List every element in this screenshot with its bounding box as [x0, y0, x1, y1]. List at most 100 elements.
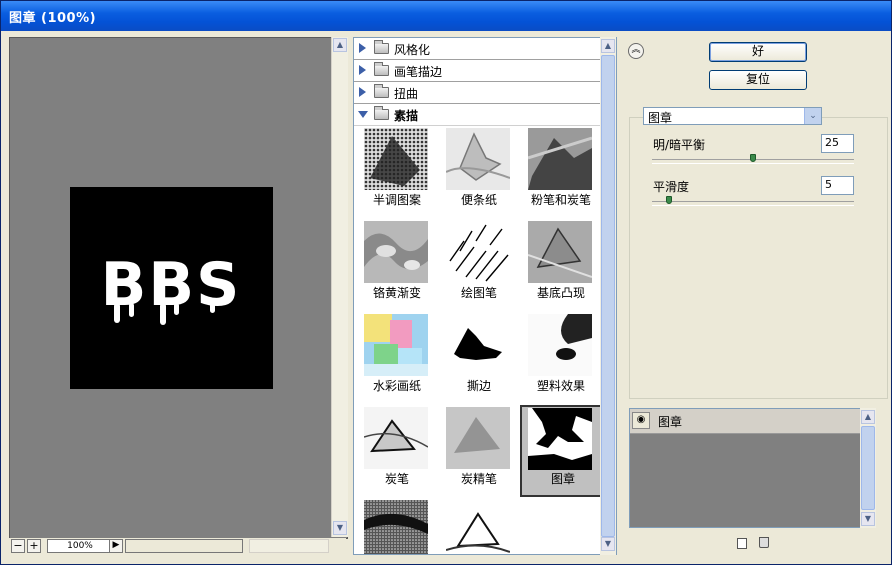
category-distort[interactable]: 扭曲 [354, 82, 602, 104]
thumbnail [528, 221, 592, 283]
gallery-scroll-thumb[interactable] [601, 55, 615, 537]
zoom-bar: − + 100% ▶ [9, 538, 346, 556]
zoom-level-field[interactable]: 100% [47, 539, 113, 553]
thumbnail [528, 314, 592, 376]
smoothness-input[interactable]: 5 [821, 176, 854, 195]
new-effect-layer-icon[interactable] [737, 538, 747, 549]
filter-thumb-plaster[interactable]: 塑料效果 [520, 312, 606, 404]
thumbnail [446, 407, 510, 469]
window-title: 图章 (100%) [9, 11, 97, 26]
filter-select-value: 图章 [648, 111, 673, 125]
thumbnail [528, 128, 592, 190]
expand-arrow-icon [359, 87, 366, 97]
thumbnail [364, 500, 428, 554]
ok-button[interactable]: 好 [709, 42, 807, 62]
zoom-menu-button[interactable]: ▶ [109, 539, 123, 553]
effect-layer-name: 图章 [658, 415, 683, 429]
eye-icon[interactable]: ◉ [632, 412, 650, 429]
thumbnail [446, 314, 510, 376]
thumbnail [446, 128, 510, 190]
category-brush-strokes[interactable]: 画笔描边 [354, 60, 602, 82]
layers-scroll-thumb[interactable] [861, 426, 875, 510]
filter-label: 撕边 [466, 379, 491, 393]
folder-icon [374, 84, 389, 98]
reset-button[interactable]: 复位 [709, 70, 807, 90]
scroll-up-icon[interactable]: ▲ [601, 39, 615, 53]
filter-gallery: 风格化 画笔描边 扭曲 素描 半调图案 便条纸 粉笔和炭笔 铬黄渐变 绘图笔 基… [353, 37, 617, 555]
filter-label: 半调图案 [372, 193, 421, 207]
filter-thumb-photocopy[interactable] [438, 498, 524, 554]
thumbnail [364, 314, 428, 376]
filter-thumb-chalk-charcoal[interactable]: 粉笔和炭笔 [520, 126, 606, 218]
filter-thumb-halftone-pattern[interactable]: 半调图案 [356, 126, 442, 218]
scroll-down-icon[interactable]: ▼ [861, 512, 875, 526]
zoom-in-button[interactable]: + [27, 539, 41, 553]
thumbnail [364, 221, 428, 283]
stamp-preview-graphic: BBS [70, 187, 273, 389]
preview-canvas[interactable]: BBS [9, 37, 348, 539]
thumbnail [364, 407, 428, 469]
filter-select[interactable]: 图章 ⌄ [643, 107, 822, 125]
scroll-up-icon[interactable]: ▲ [333, 38, 347, 52]
smoothness-slider[interactable] [652, 196, 854, 206]
preview-image: BBS [70, 187, 273, 389]
category-label: 扭曲 [394, 87, 419, 101]
smoothness-label: 平滑度 [653, 180, 690, 194]
slider-knob[interactable] [750, 154, 756, 162]
category-label: 画笔描边 [394, 65, 443, 79]
thumbnail [446, 500, 510, 554]
filter-thumb-bas-relief[interactable]: 基底凸现 [520, 219, 606, 311]
preview-vertical-scrollbar[interactable]: ▲ ▼ [331, 37, 348, 537]
expand-arrow-icon [359, 43, 366, 53]
scroll-down-icon[interactable]: ▼ [601, 537, 615, 551]
category-stylize[interactable]: 风格化 [354, 38, 602, 60]
filter-label: 水彩画纸 [372, 379, 421, 393]
filter-label: 炭笔 [384, 472, 409, 486]
effect-layers-panel: ◉ 图章 [629, 408, 875, 528]
folder-open-icon [374, 106, 389, 120]
chevron-down-icon[interactable]: ⌄ [804, 108, 821, 124]
folder-icon [374, 40, 389, 54]
filter-label: 炭精笔 [460, 472, 497, 486]
thumbnail [528, 408, 592, 470]
light-dark-balance-label: 明/暗平衡 [653, 138, 706, 152]
category-label: 风格化 [394, 43, 431, 57]
thumbnail [364, 128, 428, 190]
slider-knob[interactable] [666, 196, 672, 204]
filter-label: 粉笔和炭笔 [530, 193, 591, 207]
thumbnail [446, 221, 510, 283]
stamp-text: BBS [101, 250, 242, 320]
filter-thumb-note-paper[interactable]: 便条纸 [438, 126, 524, 218]
category-sketch[interactable]: 素描 [354, 104, 602, 126]
zoom-out-button[interactable]: − [11, 539, 25, 553]
collapse-gallery-button[interactable]: ︽ [628, 43, 644, 59]
title-bar: 图章 (100%) [1, 1, 891, 31]
effect-layer-row[interactable]: ◉ 图章 [630, 409, 874, 434]
expand-arrow-icon [359, 65, 366, 75]
trash-icon[interactable] [759, 537, 769, 548]
light-dark-balance-input[interactable]: 25 [821, 134, 854, 153]
filter-thumb-water-paper[interactable]: 水彩画纸 [356, 312, 442, 404]
scroll-down-icon[interactable]: ▼ [333, 521, 347, 535]
filter-gallery-window: 图章 (100%) BBS ▲ ▼ − + 100% ▶ 风格化 画笔描边 扭曲… [0, 0, 892, 565]
filter-label: 塑料效果 [536, 379, 585, 393]
filter-thumb-charcoal[interactable]: 炭笔 [356, 405, 442, 497]
filter-thumb-conte-crayon[interactable]: 炭精笔 [438, 405, 524, 497]
preview-horizontal-scrollbar[interactable] [249, 539, 329, 553]
filter-thumb-graphic-pen[interactable]: 绘图笔 [438, 219, 524, 311]
filter-label: 铬黄渐变 [372, 286, 421, 300]
category-label: 素描 [394, 109, 419, 123]
collapse-arrow-icon [358, 111, 368, 118]
filter-label: 基底凸现 [536, 286, 585, 300]
scroll-up-icon[interactable]: ▲ [861, 410, 875, 424]
filter-label: 便条纸 [460, 193, 497, 207]
zoom-bar-spacer [125, 539, 243, 553]
filter-thumb-stamp[interactable]: 图章 [520, 405, 606, 497]
filter-label: 图章 [550, 472, 575, 486]
filter-thumb-torn-edges[interactable]: 撕边 [438, 312, 524, 404]
filter-label: 绘图笔 [460, 286, 497, 300]
filter-thumb-reticulation[interactable] [356, 498, 442, 554]
light-dark-balance-slider[interactable] [652, 154, 854, 164]
filter-thumb-chrome[interactable]: 铬黄渐变 [356, 219, 442, 311]
folder-icon [374, 62, 389, 76]
